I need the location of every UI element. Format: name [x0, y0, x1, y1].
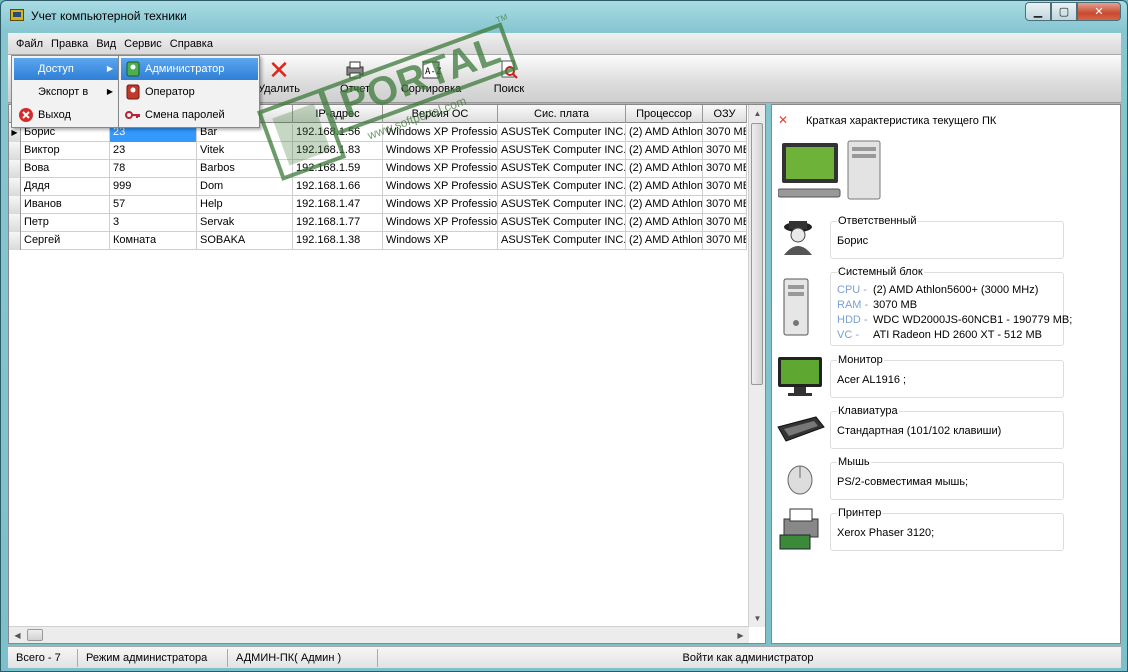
status-mode: Режим администратора: [78, 648, 228, 667]
header-ip[interactable]: IP-адрес: [293, 105, 383, 123]
keyboard-label: Клавиатура: [837, 405, 899, 417]
pc-picture-icon: [777, 139, 886, 203]
menu-file[interactable]: Файл: [12, 38, 47, 50]
table-row[interactable]: Иванов 57 Help 192.168.1.47 Windows XP P…: [9, 196, 747, 214]
scroll-up-icon[interactable]: ▲: [749, 105, 765, 122]
printer-device-icon: [776, 505, 824, 550]
close-panel-icon[interactable]: ✕: [778, 113, 788, 127]
file-menu-dropdown: Доступ ▶ Экспорт в ▶ Выход: [11, 55, 121, 128]
scroll-right-icon[interactable]: ▶: [732, 627, 749, 643]
vc-row: VC - ATI Radeon HD 2600 XT - 512 MB: [837, 329, 1042, 341]
system-unit-group: Системный блок CPU - (2) AMD Athlon5600+ …: [830, 266, 1072, 346]
search-button[interactable]: Поиск: [474, 57, 544, 101]
monitor-value: Acer AL1916 ;: [837, 374, 907, 386]
keyboard-icon: [776, 407, 825, 451]
menu-view[interactable]: Вид: [92, 38, 120, 50]
horizontal-scroll-thumb[interactable]: [27, 629, 43, 641]
scroll-left-icon[interactable]: ◀: [9, 627, 26, 643]
status-login[interactable]: Войти как администратор: [378, 649, 1118, 667]
report-button[interactable]: Отчет: [320, 57, 390, 101]
title-bar[interactable]: Учет компьютерной техники ▁ ▢ ✕: [1, 1, 1127, 31]
header-cpu[interactable]: Процессор: [626, 105, 703, 123]
app-window: Учет компьютерной техники ▁ ▢ ✕ Файл Пра…: [0, 0, 1128, 672]
search-icon: [474, 59, 544, 83]
status-bar: Всего - 7 Режим администратора АДМИН-ПК(…: [8, 646, 1121, 668]
table-row[interactable]: Вова 78 Barbos 192.168.1.59 Windows XP P…: [9, 160, 747, 178]
responsible-value: Борис: [837, 235, 869, 247]
spy-person-icon: [776, 217, 824, 261]
menu-item-change-passwords[interactable]: Смена паролей: [121, 104, 258, 126]
printer-label: Принтер: [837, 507, 883, 519]
mouse-value: PS/2-совместимая мышь;: [837, 476, 969, 488]
computers-grid[interactable]: IP-адрес Версия ОС Сис. плата Процессор …: [8, 104, 766, 644]
admin-icon: [125, 61, 141, 77]
sort-icon: A-Z: [396, 59, 466, 83]
access-submenu: Администратор Оператор Смена паролей: [118, 55, 260, 128]
system-unit-label: Системный блок: [837, 266, 924, 278]
key-icon: [125, 107, 141, 123]
submenu-arrow-icon: ▶: [106, 87, 113, 96]
menu-item-export[interactable]: Экспорт в ▶: [14, 81, 119, 103]
monitor-label: Монитор: [837, 354, 884, 366]
menu-edit[interactable]: Правка: [47, 38, 92, 50]
pc-info-panel: ✕ Краткая характеристика текущего ПК Отв…: [771, 104, 1121, 644]
printer-value: Xerox Phaser 3120;: [837, 527, 935, 539]
monitor-icon: [776, 355, 824, 399]
hdd-row: HDD - WDC WD2000JS-60NCB1 - 190779 MB;: [837, 314, 1073, 326]
system-unit-icon: [776, 277, 824, 336]
panel-title: Краткая характеристика текущего ПК: [806, 115, 997, 127]
menu-bar: Файл Правка Вид Сервис Справка: [8, 33, 1121, 55]
close-button[interactable]: ✕: [1077, 2, 1121, 21]
menu-service[interactable]: Сервис: [120, 38, 166, 50]
header-os[interactable]: Версия ОС: [383, 105, 498, 123]
maximize-button[interactable]: ▢: [1051, 2, 1077, 21]
minimize-button[interactable]: ▁: [1025, 2, 1051, 21]
keyboard-group: Клавиатура Стандартная (101/102 клавиши): [830, 405, 1064, 449]
ram-row: RAM -3070 MB: [837, 299, 918, 311]
header-ram[interactable]: ОЗУ: [703, 105, 747, 123]
cpu-row: CPU - (2) AMD Athlon5600+ (3000 MHz): [837, 284, 1039, 296]
table-row[interactable]: Виктор 23 Vitek 192.168.1.83 Windows XP …: [9, 142, 747, 160]
menu-item-exit[interactable]: Выход: [14, 104, 119, 126]
menu-item-operator[interactable]: Оператор: [121, 81, 258, 103]
keyboard-value: Стандартная (101/102 клавиши): [837, 425, 1002, 437]
window-controls: ▁ ▢ ✕: [1025, 2, 1121, 22]
computer-icon: [10, 9, 24, 21]
svg-text:A-Z: A-Z: [425, 67, 442, 77]
responsible-group: Ответственный Борис: [830, 215, 1064, 259]
table-row[interactable]: Дядя 999 Dom 192.168.1.66 Windows XP Pro…: [9, 178, 747, 196]
responsible-label: Ответственный: [837, 215, 918, 227]
status-pc: АДМИН-ПК( Админ ): [228, 648, 378, 667]
mouse-label: Мышь: [837, 456, 871, 468]
menu-item-access[interactable]: Доступ ▶: [14, 58, 119, 80]
table-row[interactable]: Петр 3 Servak 192.168.1.77 Windows XP Pr…: [9, 214, 747, 232]
vertical-scrollbar[interactable]: ▲ ▼: [748, 105, 765, 627]
vertical-scroll-thumb[interactable]: [751, 123, 763, 385]
horizontal-scrollbar[interactable]: ◀ ▶: [9, 626, 749, 643]
menu-item-admin[interactable]: Администратор: [121, 58, 258, 80]
window-title: Учет компьютерной техники: [31, 9, 187, 23]
menu-help[interactable]: Справка: [166, 38, 217, 50]
mouse-icon: [776, 458, 824, 502]
header-motherboard[interactable]: Сис. плата: [498, 105, 626, 123]
submenu-arrow-icon: ▶: [106, 64, 113, 73]
monitor-group: Монитор Acer AL1916 ;: [830, 354, 1064, 398]
sort-button[interactable]: A-Z Сортировка: [396, 57, 466, 101]
operator-icon: [125, 84, 141, 100]
printer-group: Принтер Xerox Phaser 3120;: [830, 507, 1064, 551]
exit-icon: [18, 107, 34, 123]
scroll-down-icon[interactable]: ▼: [749, 610, 765, 627]
mouse-group: Мышь PS/2-совместимая мышь;: [830, 456, 1064, 500]
status-total: Всего - 7: [8, 648, 78, 667]
printer-icon: [320, 59, 390, 83]
table-row[interactable]: Сергей Комната SOBAKA 192.168.1.38 Windo…: [9, 232, 747, 250]
